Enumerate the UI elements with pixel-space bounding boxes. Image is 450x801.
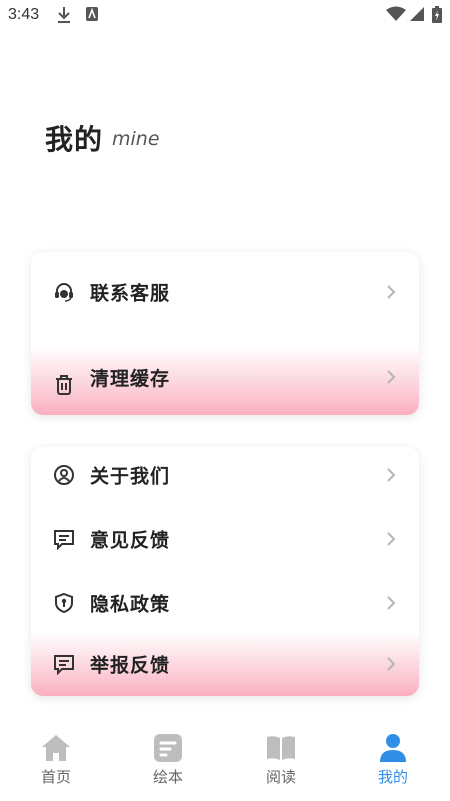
menu-item-label: 联系客服 — [90, 282, 171, 305]
chevron-right-icon — [385, 466, 397, 484]
book-icon — [152, 732, 184, 764]
menu-item-label: 清理缓存 — [90, 368, 171, 390]
menu-item-clear-cache[interactable]: 清理缓存 — [31, 346, 419, 415]
open-book-icon — [265, 732, 297, 764]
chevron-right-icon — [385, 283, 397, 301]
person-icon — [377, 732, 409, 764]
shield-icon — [53, 592, 75, 614]
cell-signal-icon — [409, 6, 425, 26]
menu-item-contact-support[interactable]: 联系客服 — [31, 260, 419, 324]
menu-item-label: 关于我们 — [90, 465, 171, 488]
menu-item-label: 意见反馈 — [90, 529, 171, 552]
chevron-right-icon — [385, 368, 397, 386]
nav-label: 首页 — [40, 768, 71, 786]
menu-item-label: 隐私政策 — [90, 593, 171, 616]
nav-item-picture-books[interactable]: 绘本 — [112, 718, 224, 801]
battery-charging-icon — [432, 6, 442, 27]
wifi-icon — [386, 6, 406, 26]
download-icon — [56, 6, 72, 28]
nav-item-reading[interactable]: 阅读 — [225, 718, 337, 801]
nav-label: 我的 — [377, 768, 408, 786]
menu-item-about-us[interactable]: 关于我们 — [31, 447, 419, 507]
menu-item-label: 举报反馈 — [90, 654, 171, 677]
headset-icon — [53, 281, 75, 303]
menu-item-report-feedback[interactable]: 举报反馈 — [31, 632, 419, 696]
user-circle-icon — [53, 464, 75, 486]
page-title: 我的 — [45, 123, 104, 156]
message-icon — [53, 653, 75, 676]
nav-label: 阅读 — [265, 768, 296, 786]
chevron-right-icon — [385, 530, 397, 548]
menu-item-feedback[interactable]: 意见反馈 — [31, 507, 419, 571]
settings-card-secondary: 关于我们 意见反馈 隐私政策 举报反馈 — [31, 447, 419, 696]
chevron-right-icon — [385, 655, 397, 673]
menu-item-privacy-policy[interactable]: 隐私政策 — [31, 571, 419, 635]
nav-label: 绘本 — [152, 768, 183, 786]
page-subtitle: mine — [112, 128, 160, 150]
status-time: 3:43 — [8, 6, 40, 23]
chevron-right-icon — [385, 594, 397, 612]
settings-card-primary: 联系客服 清理缓存 — [31, 252, 419, 415]
status-bar: 3:43 — [0, 0, 450, 30]
trash-icon — [53, 374, 75, 396]
home-icon — [40, 732, 72, 764]
nav-item-home[interactable]: 首页 — [0, 718, 112, 801]
message-icon — [53, 528, 75, 551]
notification-app-icon — [85, 6, 99, 26]
nav-item-mine[interactable]: 我的 — [337, 718, 449, 801]
bottom-nav: 首页 绘本 阅读 我的 — [0, 718, 450, 801]
